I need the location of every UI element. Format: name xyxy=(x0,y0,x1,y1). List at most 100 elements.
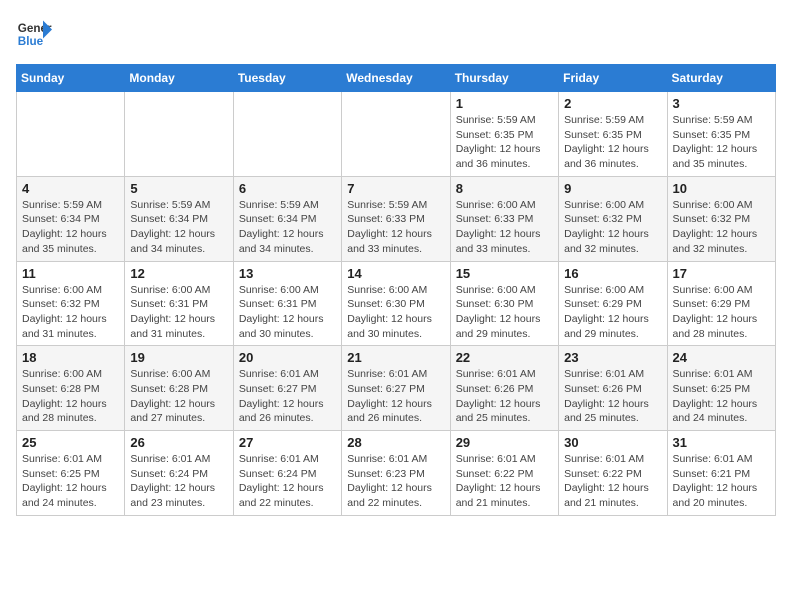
day-info: Sunrise: 6:01 AM Sunset: 6:24 PM Dayligh… xyxy=(130,452,227,511)
day-number: 13 xyxy=(239,266,336,281)
day-info: Sunrise: 6:00 AM Sunset: 6:32 PM Dayligh… xyxy=(564,198,661,257)
calendar-week-row: 11Sunrise: 6:00 AM Sunset: 6:32 PM Dayli… xyxy=(17,261,776,346)
calendar-cell: 14Sunrise: 6:00 AM Sunset: 6:30 PM Dayli… xyxy=(342,261,450,346)
calendar-cell: 27 Sunrise: 6:01 AM Sunset: 6:24 PM Dayli… xyxy=(233,431,341,516)
calendar-week-row: 18 Sunrise: 6:00 AM Sunset: 6:28 PM Dayli… xyxy=(17,346,776,431)
calendar-cell: 22Sunrise: 6:01 AM Sunset: 6:26 PM Dayli… xyxy=(450,346,558,431)
day-number: 3 xyxy=(673,96,770,111)
logo: General Blue xyxy=(16,16,52,52)
day-info: Sunrise: 6:01 AM Sunset: 6:27 PM Dayligh… xyxy=(347,367,444,426)
day-number: 27 xyxy=(239,435,336,450)
calendar-header-thursday: Thursday xyxy=(450,65,558,92)
day-number: 18 xyxy=(22,350,119,365)
day-number: 10 xyxy=(673,181,770,196)
calendar-cell xyxy=(125,92,233,177)
calendar-cell: 30Sunrise: 6:01 AM Sunset: 6:22 PM Dayli… xyxy=(559,431,667,516)
calendar-cell xyxy=(17,92,125,177)
day-number: 17 xyxy=(673,266,770,281)
calendar-cell: 23 Sunrise: 6:01 AM Sunset: 6:26 PM Dayli… xyxy=(559,346,667,431)
day-number: 7 xyxy=(347,181,444,196)
day-number: 20 xyxy=(239,350,336,365)
day-number: 6 xyxy=(239,181,336,196)
calendar-cell: 26Sunrise: 6:01 AM Sunset: 6:24 PM Dayli… xyxy=(125,431,233,516)
calendar-header-row: SundayMondayTuesdayWednesdayThursdayFrid… xyxy=(17,65,776,92)
day-number: 16 xyxy=(564,266,661,281)
day-info: Sunrise: 6:00 AM Sunset: 6:31 PM Dayligh… xyxy=(239,283,336,342)
day-number: 19 xyxy=(130,350,227,365)
day-info: Sunrise: 5:59 AM Sunset: 6:33 PM Dayligh… xyxy=(347,198,444,257)
calendar-cell: 16 Sunrise: 6:00 AM Sunset: 6:29 PM Dayli… xyxy=(559,261,667,346)
calendar-cell: 13 Sunrise: 6:00 AM Sunset: 6:31 PM Dayli… xyxy=(233,261,341,346)
day-number: 30 xyxy=(564,435,661,450)
calendar-cell: 20 Sunrise: 6:01 AM Sunset: 6:27 PM Dayli… xyxy=(233,346,341,431)
day-info: Sunrise: 5:59 AM Sunset: 6:34 PM Dayligh… xyxy=(22,198,119,257)
calendar-cell: 8Sunrise: 6:00 AM Sunset: 6:33 PM Daylig… xyxy=(450,176,558,261)
svg-text:Blue: Blue xyxy=(18,35,44,48)
day-info: Sunrise: 6:01 AM Sunset: 6:24 PM Dayligh… xyxy=(239,452,336,511)
day-number: 24 xyxy=(673,350,770,365)
day-info: Sunrise: 6:01 AM Sunset: 6:22 PM Dayligh… xyxy=(456,452,553,511)
calendar-header-saturday: Saturday xyxy=(667,65,775,92)
calendar-cell: 19 Sunrise: 6:00 AM Sunset: 6:28 PM Dayli… xyxy=(125,346,233,431)
day-info: Sunrise: 6:00 AM Sunset: 6:32 PM Dayligh… xyxy=(673,198,770,257)
calendar-header-sunday: Sunday xyxy=(17,65,125,92)
calendar-week-row: 4 Sunrise: 5:59 AM Sunset: 6:34 PM Daylig… xyxy=(17,176,776,261)
calendar-cell: 31 Sunrise: 6:01 AM Sunset: 6:21 PM Dayli… xyxy=(667,431,775,516)
day-info: Sunrise: 5:59 AM Sunset: 6:34 PM Dayligh… xyxy=(239,198,336,257)
calendar-body: 1Sunrise: 5:59 AM Sunset: 6:35 PM Daylig… xyxy=(17,92,776,516)
day-info: Sunrise: 6:00 AM Sunset: 6:30 PM Dayligh… xyxy=(347,283,444,342)
day-info: Sunrise: 6:01 AM Sunset: 6:27 PM Dayligh… xyxy=(239,367,336,426)
day-number: 9 xyxy=(564,181,661,196)
day-number: 4 xyxy=(22,181,119,196)
calendar-header-monday: Monday xyxy=(125,65,233,92)
calendar-table: SundayMondayTuesdayWednesdayThursdayFrid… xyxy=(16,64,776,516)
day-info: Sunrise: 6:01 AM Sunset: 6:26 PM Dayligh… xyxy=(564,367,661,426)
day-info: Sunrise: 6:00 AM Sunset: 6:31 PM Dayligh… xyxy=(130,283,227,342)
calendar-week-row: 1Sunrise: 5:59 AM Sunset: 6:35 PM Daylig… xyxy=(17,92,776,177)
calendar-cell: 1Sunrise: 5:59 AM Sunset: 6:35 PM Daylig… xyxy=(450,92,558,177)
day-info: Sunrise: 5:59 AM Sunset: 6:34 PM Dayligh… xyxy=(130,198,227,257)
calendar-cell xyxy=(233,92,341,177)
calendar-cell: 29 Sunrise: 6:01 AM Sunset: 6:22 PM Dayli… xyxy=(450,431,558,516)
day-number: 15 xyxy=(456,266,553,281)
day-info: Sunrise: 5:59 AM Sunset: 6:35 PM Dayligh… xyxy=(564,113,661,172)
calendar-cell: 24 Sunrise: 6:01 AM Sunset: 6:25 PM Dayli… xyxy=(667,346,775,431)
calendar-cell: 11Sunrise: 6:00 AM Sunset: 6:32 PM Dayli… xyxy=(17,261,125,346)
calendar-cell: 18 Sunrise: 6:00 AM Sunset: 6:28 PM Dayli… xyxy=(17,346,125,431)
day-info: Sunrise: 6:00 AM Sunset: 6:28 PM Dayligh… xyxy=(22,367,119,426)
calendar-cell: 7 Sunrise: 5:59 AM Sunset: 6:33 PM Daylig… xyxy=(342,176,450,261)
day-number: 22 xyxy=(456,350,553,365)
day-info: Sunrise: 6:01 AM Sunset: 6:21 PM Dayligh… xyxy=(673,452,770,511)
calendar-cell: 6 Sunrise: 5:59 AM Sunset: 6:34 PM Daylig… xyxy=(233,176,341,261)
day-number: 29 xyxy=(456,435,553,450)
day-info: Sunrise: 6:00 AM Sunset: 6:29 PM Dayligh… xyxy=(564,283,661,342)
calendar-cell: 2 Sunrise: 5:59 AM Sunset: 6:35 PM Daylig… xyxy=(559,92,667,177)
day-info: Sunrise: 6:01 AM Sunset: 6:23 PM Dayligh… xyxy=(347,452,444,511)
calendar-cell: 12Sunrise: 6:00 AM Sunset: 6:31 PM Dayli… xyxy=(125,261,233,346)
day-info: Sunrise: 6:00 AM Sunset: 6:32 PM Dayligh… xyxy=(22,283,119,342)
calendar-cell: 25 Sunrise: 6:01 AM Sunset: 6:25 PM Dayli… xyxy=(17,431,125,516)
calendar-header-friday: Friday xyxy=(559,65,667,92)
logo-icon: General Blue xyxy=(16,16,52,52)
day-info: Sunrise: 6:00 AM Sunset: 6:29 PM Dayligh… xyxy=(673,283,770,342)
calendar-cell: 17 Sunrise: 6:00 AM Sunset: 6:29 PM Dayli… xyxy=(667,261,775,346)
calendar-cell: 4 Sunrise: 5:59 AM Sunset: 6:34 PM Daylig… xyxy=(17,176,125,261)
day-number: 2 xyxy=(564,96,661,111)
day-info: Sunrise: 5:59 AM Sunset: 6:35 PM Dayligh… xyxy=(456,113,553,172)
calendar-header-tuesday: Tuesday xyxy=(233,65,341,92)
day-number: 21 xyxy=(347,350,444,365)
calendar-header-wednesday: Wednesday xyxy=(342,65,450,92)
day-number: 25 xyxy=(22,435,119,450)
calendar-week-row: 25 Sunrise: 6:01 AM Sunset: 6:25 PM Dayli… xyxy=(17,431,776,516)
day-number: 28 xyxy=(347,435,444,450)
day-info: Sunrise: 6:01 AM Sunset: 6:25 PM Dayligh… xyxy=(673,367,770,426)
day-info: Sunrise: 6:00 AM Sunset: 6:28 PM Dayligh… xyxy=(130,367,227,426)
day-info: Sunrise: 6:00 AM Sunset: 6:33 PM Dayligh… xyxy=(456,198,553,257)
calendar-cell: 10 Sunrise: 6:00 AM Sunset: 6:32 PM Dayli… xyxy=(667,176,775,261)
calendar-cell: 28 Sunrise: 6:01 AM Sunset: 6:23 PM Dayli… xyxy=(342,431,450,516)
day-info: Sunrise: 6:01 AM Sunset: 6:25 PM Dayligh… xyxy=(22,452,119,511)
day-number: 31 xyxy=(673,435,770,450)
day-number: 23 xyxy=(564,350,661,365)
calendar-cell: 5Sunrise: 5:59 AM Sunset: 6:34 PM Daylig… xyxy=(125,176,233,261)
day-info: Sunrise: 6:00 AM Sunset: 6:30 PM Dayligh… xyxy=(456,283,553,342)
